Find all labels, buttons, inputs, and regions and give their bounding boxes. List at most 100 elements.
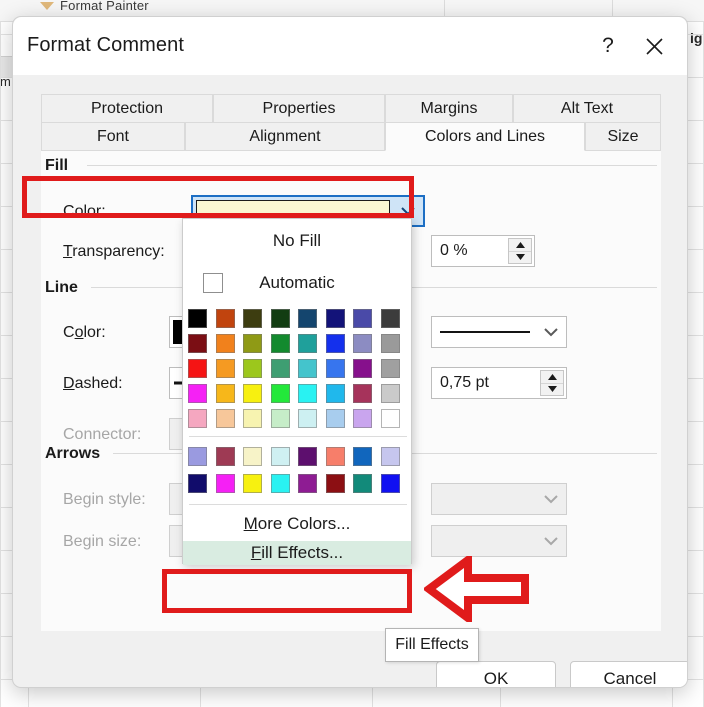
tab-protection[interactable]: Protection [41,94,213,122]
color-swatch[interactable] [325,384,345,403]
color-swatch[interactable] [325,309,345,328]
color-swatch[interactable] [380,474,400,493]
tab-label: Protection [90,99,164,117]
color-swatch[interactable] [243,359,262,378]
color-swatch[interactable] [380,334,400,353]
fill-effects-label: Fill Effects... [250,543,344,562]
color-swatch[interactable] [270,447,290,466]
no-fill-label: No Fill [272,231,322,250]
color-swatch[interactable] [298,447,317,466]
color-swatch[interactable] [353,359,372,378]
color-swatch[interactable] [215,334,235,353]
color-swatch[interactable] [325,359,345,378]
dropdown-item-no-fill[interactable]: No Fill [183,221,411,261]
tab-label: Alignment [249,127,321,145]
cancel-button[interactable]: Cancel [570,661,687,687]
color-swatch[interactable] [353,447,372,466]
automatic-checkbox[interactable] [203,273,223,293]
color-swatch[interactable] [215,447,235,466]
color-swatch[interactable] [298,384,317,403]
color-swatch[interactable] [270,409,290,428]
line-color-label: Color: [63,324,106,341]
color-swatch[interactable] [325,334,345,353]
transparency-spinner[interactable]: 0 % [431,235,535,267]
color-swatch[interactable] [188,384,207,403]
close-icon[interactable] [637,31,671,61]
color-swatch[interactable] [298,334,317,353]
color-swatch[interactable] [243,447,262,466]
spinner-buttons[interactable] [508,238,532,264]
color-swatch[interactable] [298,474,317,493]
color-swatch[interactable] [325,474,345,493]
color-swatch[interactable] [353,474,372,493]
color-swatch[interactable] [353,309,372,328]
color-swatch[interactable] [380,384,400,403]
color-swatch[interactable] [298,409,317,428]
dropdown-item-automatic[interactable]: Automatic [183,263,411,303]
color-swatch[interactable] [215,474,235,493]
spinner-down-icon[interactable] [541,384,563,396]
color-swatch[interactable] [215,309,235,328]
ribbon-format-painter-label: Format Painter [60,0,149,13]
color-swatch[interactable] [188,474,207,493]
color-swatch[interactable] [188,359,207,378]
color-swatch[interactable] [188,334,207,353]
dialog-tabs-row-2: Font Alignment Colors and Lines Size [13,122,687,151]
color-swatch[interactable] [270,334,290,353]
color-swatch[interactable] [243,409,262,428]
color-swatch[interactable] [215,409,235,428]
tab-font[interactable]: Font [41,122,185,151]
color-swatch[interactable] [188,409,207,428]
arrows-group-label: Arrows [45,445,101,462]
color-swatch[interactable] [325,409,345,428]
color-swatch[interactable] [243,474,262,493]
left-arrow-icon [422,552,530,626]
color-swatch[interactable] [353,409,372,428]
fill-color-dropdown: No Fill Automatic More Colors... Fill Ef… [182,218,412,565]
color-swatch[interactable] [215,384,235,403]
color-swatch[interactable] [298,309,317,328]
sheet-gridline [0,22,1,707]
spinner-up-icon[interactable] [509,239,531,252]
tab-properties[interactable]: Properties [213,94,385,122]
transparency-label: Transparency: [63,243,165,260]
tab-alignment[interactable]: Alignment [185,122,385,151]
color-swatch[interactable] [380,447,400,466]
color-swatch[interactable] [298,359,317,378]
color-swatch[interactable] [353,384,372,403]
dropdown-item-more-colors[interactable]: More Colors... [183,507,411,541]
line-style-combobox[interactable] [431,316,567,348]
spinner-buttons[interactable] [540,370,564,396]
color-swatch[interactable] [243,334,262,353]
spinner-down-icon[interactable] [509,252,531,264]
tab-colors-and-lines[interactable]: Colors and Lines [385,122,585,151]
tab-size[interactable]: Size [585,122,661,151]
tab-label: Margins [420,99,478,117]
more-colors-label: More Colors... [243,514,351,533]
color-swatch[interactable] [188,309,207,328]
color-swatch[interactable] [270,384,290,403]
chevron-down-icon [536,484,566,514]
color-swatch[interactable] [243,384,262,403]
line-group-label: Line [45,279,78,296]
color-swatch[interactable] [188,447,207,466]
chevron-down-icon[interactable] [536,317,566,347]
color-swatch[interactable] [243,309,262,328]
color-swatch[interactable] [270,474,290,493]
tab-margins[interactable]: Margins [385,94,513,122]
ok-button[interactable]: OK [436,661,556,687]
line-weight-spinner[interactable]: 0,75 pt [431,367,567,399]
color-swatch[interactable] [270,309,290,328]
color-swatch[interactable] [380,409,400,428]
dialog-titlebar: Format Comment ? [13,17,687,75]
dropdown-item-fill-effects[interactable]: Fill Effects... [183,541,411,565]
color-swatch[interactable] [380,359,400,378]
color-swatch[interactable] [325,447,345,466]
spinner-up-icon[interactable] [541,371,563,384]
color-swatch[interactable] [380,309,400,328]
color-swatch[interactable] [353,334,372,353]
color-swatch[interactable] [215,359,235,378]
color-swatch[interactable] [270,359,290,378]
help-icon[interactable]: ? [591,31,625,61]
tab-alt-text[interactable]: Alt Text [513,94,661,122]
